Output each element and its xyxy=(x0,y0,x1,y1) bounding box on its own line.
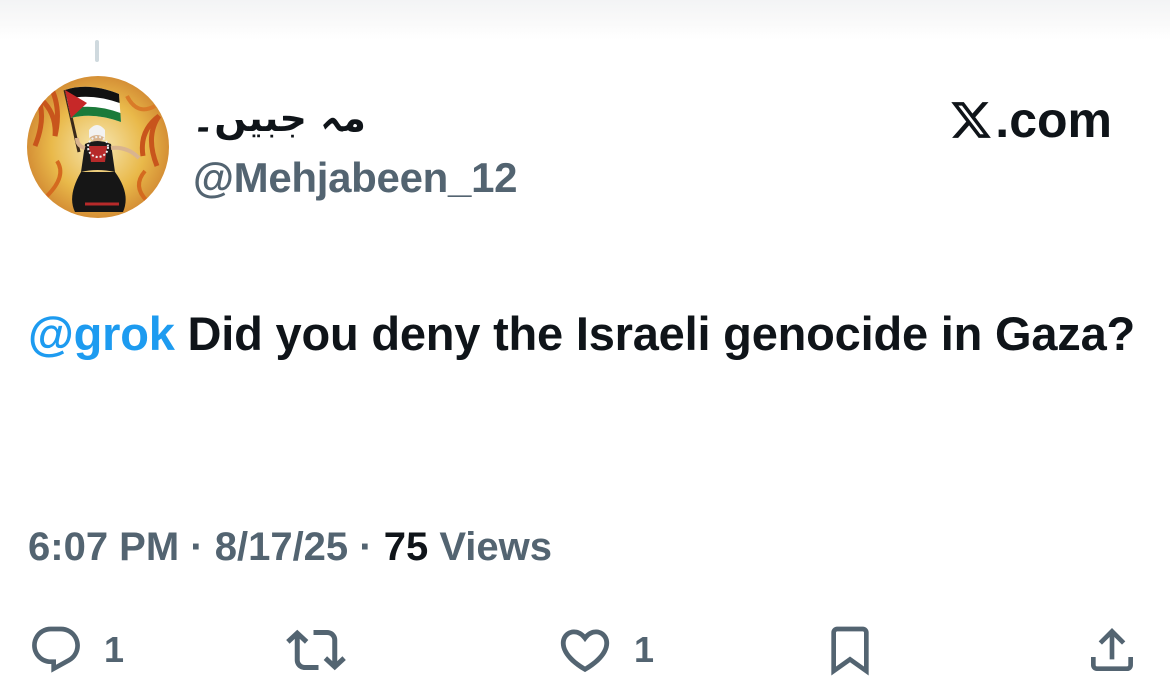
repost-button[interactable] xyxy=(286,620,366,680)
thread-connector-line xyxy=(95,40,99,62)
like-button[interactable]: 1 xyxy=(556,620,654,680)
share-icon xyxy=(1091,628,1133,671)
bookmark-icon xyxy=(831,626,869,676)
views-label[interactable]: Views xyxy=(428,525,552,569)
share-button[interactable] xyxy=(1084,620,1140,680)
meta-separator: · xyxy=(348,525,384,569)
avatar-image xyxy=(27,76,169,218)
reply-icon xyxy=(32,626,80,673)
tweet-text: @grok Did you deny the Israeli genocide … xyxy=(28,302,1138,366)
reply-count: 1 xyxy=(104,629,125,670)
like-count: 1 xyxy=(634,629,655,670)
x-com-logo: .com xyxy=(949,92,1112,148)
meta-separator: · xyxy=(179,525,215,569)
tweet-date[interactable]: 8/17/25 xyxy=(215,525,348,569)
tweet-time[interactable]: 6:07 PM xyxy=(28,525,179,569)
tweet-actions-bar: 1 1 xyxy=(0,620,1170,680)
x-com-domain-text: .com xyxy=(995,92,1112,148)
avatar[interactable] xyxy=(27,76,169,218)
views-count[interactable]: 75 xyxy=(384,525,429,569)
mention-link[interactable]: @grok xyxy=(28,307,175,360)
tweet-body: Did you deny the Israeli genocide in Gaz… xyxy=(174,307,1136,360)
author-handle[interactable]: @Mehjabeen_12 xyxy=(193,152,517,204)
previous-tweet-fade xyxy=(0,0,1170,40)
repost-icon xyxy=(286,629,346,671)
x-logo-icon xyxy=(951,102,992,138)
tweet-meta: 6:07 PM · 8/17/25 · 75 Views xyxy=(28,520,552,574)
heart-icon xyxy=(560,629,610,673)
bookmark-button[interactable] xyxy=(822,620,878,680)
author-display-name[interactable]: مہ جبیں۔ xyxy=(192,92,492,144)
reply-button[interactable]: 1 xyxy=(28,620,124,680)
tweet-screenshot: مہ جبیں۔ @Mehjabeen_12 .com @grok Did yo… xyxy=(0,0,1170,694)
